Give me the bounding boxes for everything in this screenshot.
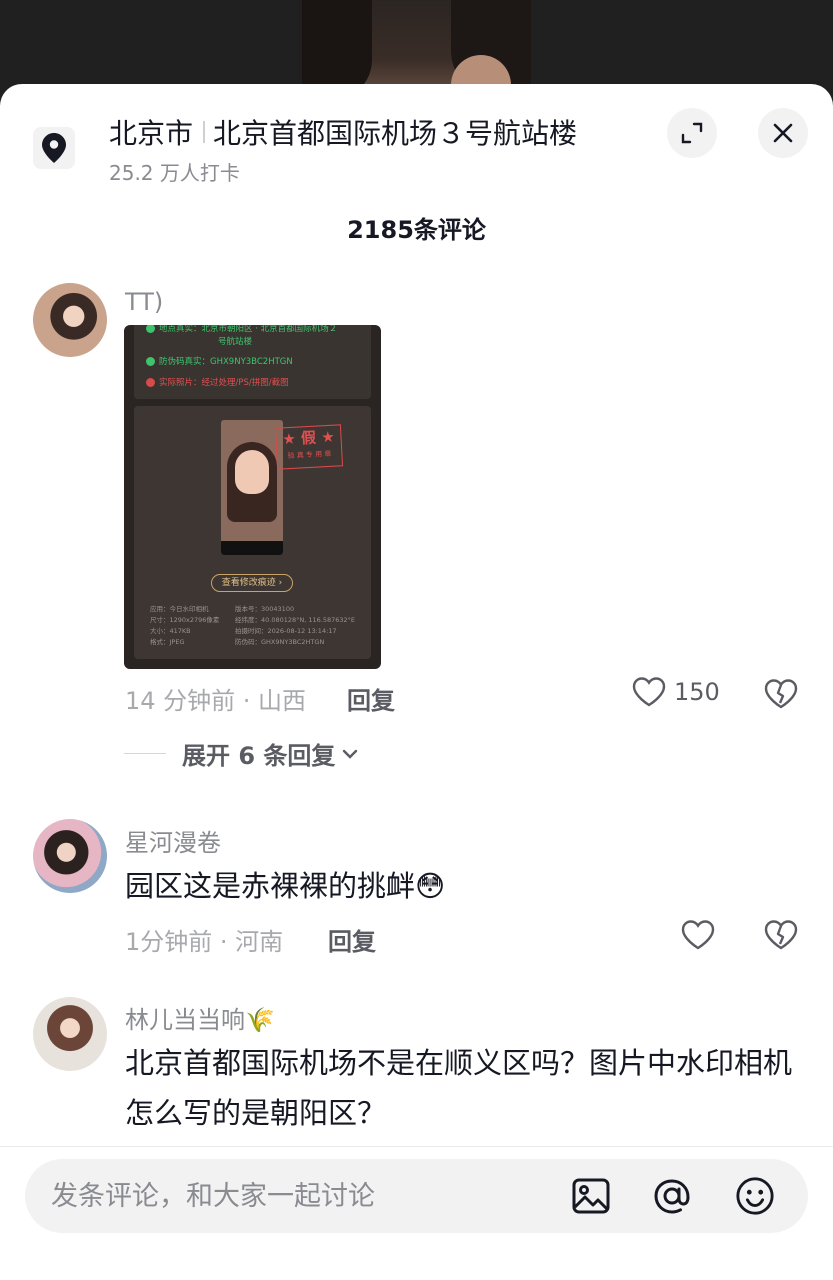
avatar[interactable] bbox=[33, 997, 107, 1071]
verify-location: 地点真实：北京市朝阳区 · 北京首都国际机场２ bbox=[159, 325, 338, 334]
photo-preview-card: ★ 假 ★ 验 真 专 用 章 查看修改痕迹 › 应用：今日水印相机 尺寸：12… bbox=[134, 406, 371, 659]
comment-count-title: 2185条评论 bbox=[347, 216, 486, 244]
photo-thumbnail bbox=[221, 420, 283, 555]
info-left: 应用：今日水印相机 尺寸：1290x2796像素 大小：417KB 格式：JPE… bbox=[150, 605, 220, 646]
expand-replies-label: 展开 6 条回复 bbox=[182, 742, 336, 770]
location-header[interactable]: 北京市 北京首都国际机场３号航站楼 25.2 万人打卡 bbox=[0, 84, 833, 194]
location-city: 北京市 bbox=[109, 117, 194, 150]
location-pin-icon bbox=[33, 127, 75, 169]
reply-button[interactable]: 回复 bbox=[328, 922, 376, 957]
chevron-down-icon bbox=[343, 749, 358, 759]
comment-username[interactable]: TT) bbox=[125, 288, 163, 316]
reply-button[interactable]: 回复 bbox=[347, 681, 395, 716]
divider bbox=[0, 1146, 833, 1147]
location-place: 北京首都国际机场３号航站楼 bbox=[213, 117, 578, 150]
expand-button[interactable] bbox=[667, 108, 717, 158]
comment-text: 北京首都国际机场不是在顺义区吗？图片中水印相机怎么写的是朝阳区？ bbox=[125, 1046, 793, 1130]
dislike-button[interactable] bbox=[764, 919, 798, 955]
info-right: 版本号：30043100 经纬度：40.080128°N, 116.587632… bbox=[235, 605, 356, 646]
like-button[interactable]: 150 bbox=[632, 676, 720, 708]
avatar[interactable] bbox=[33, 283, 107, 357]
expand-replies[interactable]: 展开 6 条回复 bbox=[124, 736, 359, 771]
expand-icon bbox=[681, 122, 703, 144]
view-edits-button: 查看修改痕迹 › bbox=[211, 574, 293, 592]
comment-meta: 1分钟前 · 河南 bbox=[125, 928, 284, 956]
comment-username[interactable]: 林儿当当响🌾 bbox=[125, 1000, 275, 1035]
avatar[interactable] bbox=[33, 819, 107, 893]
comment-username[interactable]: 星河漫卷 bbox=[125, 823, 221, 858]
comment-text: 园区这是赤裸裸的挑衅😳 bbox=[125, 869, 446, 903]
image-icon[interactable] bbox=[571, 1176, 611, 1216]
fake-stamp: ★ 假 ★ 验 真 专 用 章 bbox=[274, 424, 344, 470]
broken-heart-icon bbox=[764, 679, 798, 709]
comment-meta: 14 分钟前 · 山西 bbox=[125, 687, 307, 715]
dislike-button[interactable] bbox=[764, 678, 798, 714]
like-button[interactable] bbox=[681, 919, 715, 955]
comment-image[interactable]: 地点真实：北京市朝阳区 · 北京首都国际机场２ 号航站楼 防伪码真实：GHX9N… bbox=[124, 325, 381, 669]
broken-heart-icon bbox=[764, 920, 798, 950]
title-separator bbox=[203, 121, 206, 143]
verify-photo: 实际照片：经过处理/PS/拼图/截图 bbox=[159, 378, 289, 388]
close-button[interactable] bbox=[758, 108, 808, 158]
verify-location-cont: 号航站楼 bbox=[218, 337, 253, 347]
comments-sheet: 北京市 北京首都国际机场３号航站楼 25.2 万人打卡 2185条评论 TT) … bbox=[0, 84, 833, 1280]
comment-input-bar bbox=[25, 1159, 808, 1233]
heart-icon bbox=[632, 677, 666, 707]
at-icon[interactable] bbox=[652, 1176, 692, 1216]
comment-input[interactable] bbox=[51, 1159, 551, 1233]
close-icon bbox=[773, 123, 793, 143]
emoji-icon[interactable] bbox=[735, 1176, 775, 1216]
verify-code: 防伪码真实：GHX9NY3BC2HTGN bbox=[159, 357, 293, 367]
verify-card: 地点真实：北京市朝阳区 · 北京首都国际机场２ 号航站楼 防伪码真实：GHX9N… bbox=[134, 325, 371, 399]
checkin-count: 25.2 万人打卡 bbox=[109, 161, 240, 185]
location-title[interactable]: 北京市 北京首都国际机场３号航站楼 bbox=[109, 112, 577, 152]
heart-icon bbox=[681, 920, 715, 950]
like-count: 150 bbox=[674, 678, 720, 706]
